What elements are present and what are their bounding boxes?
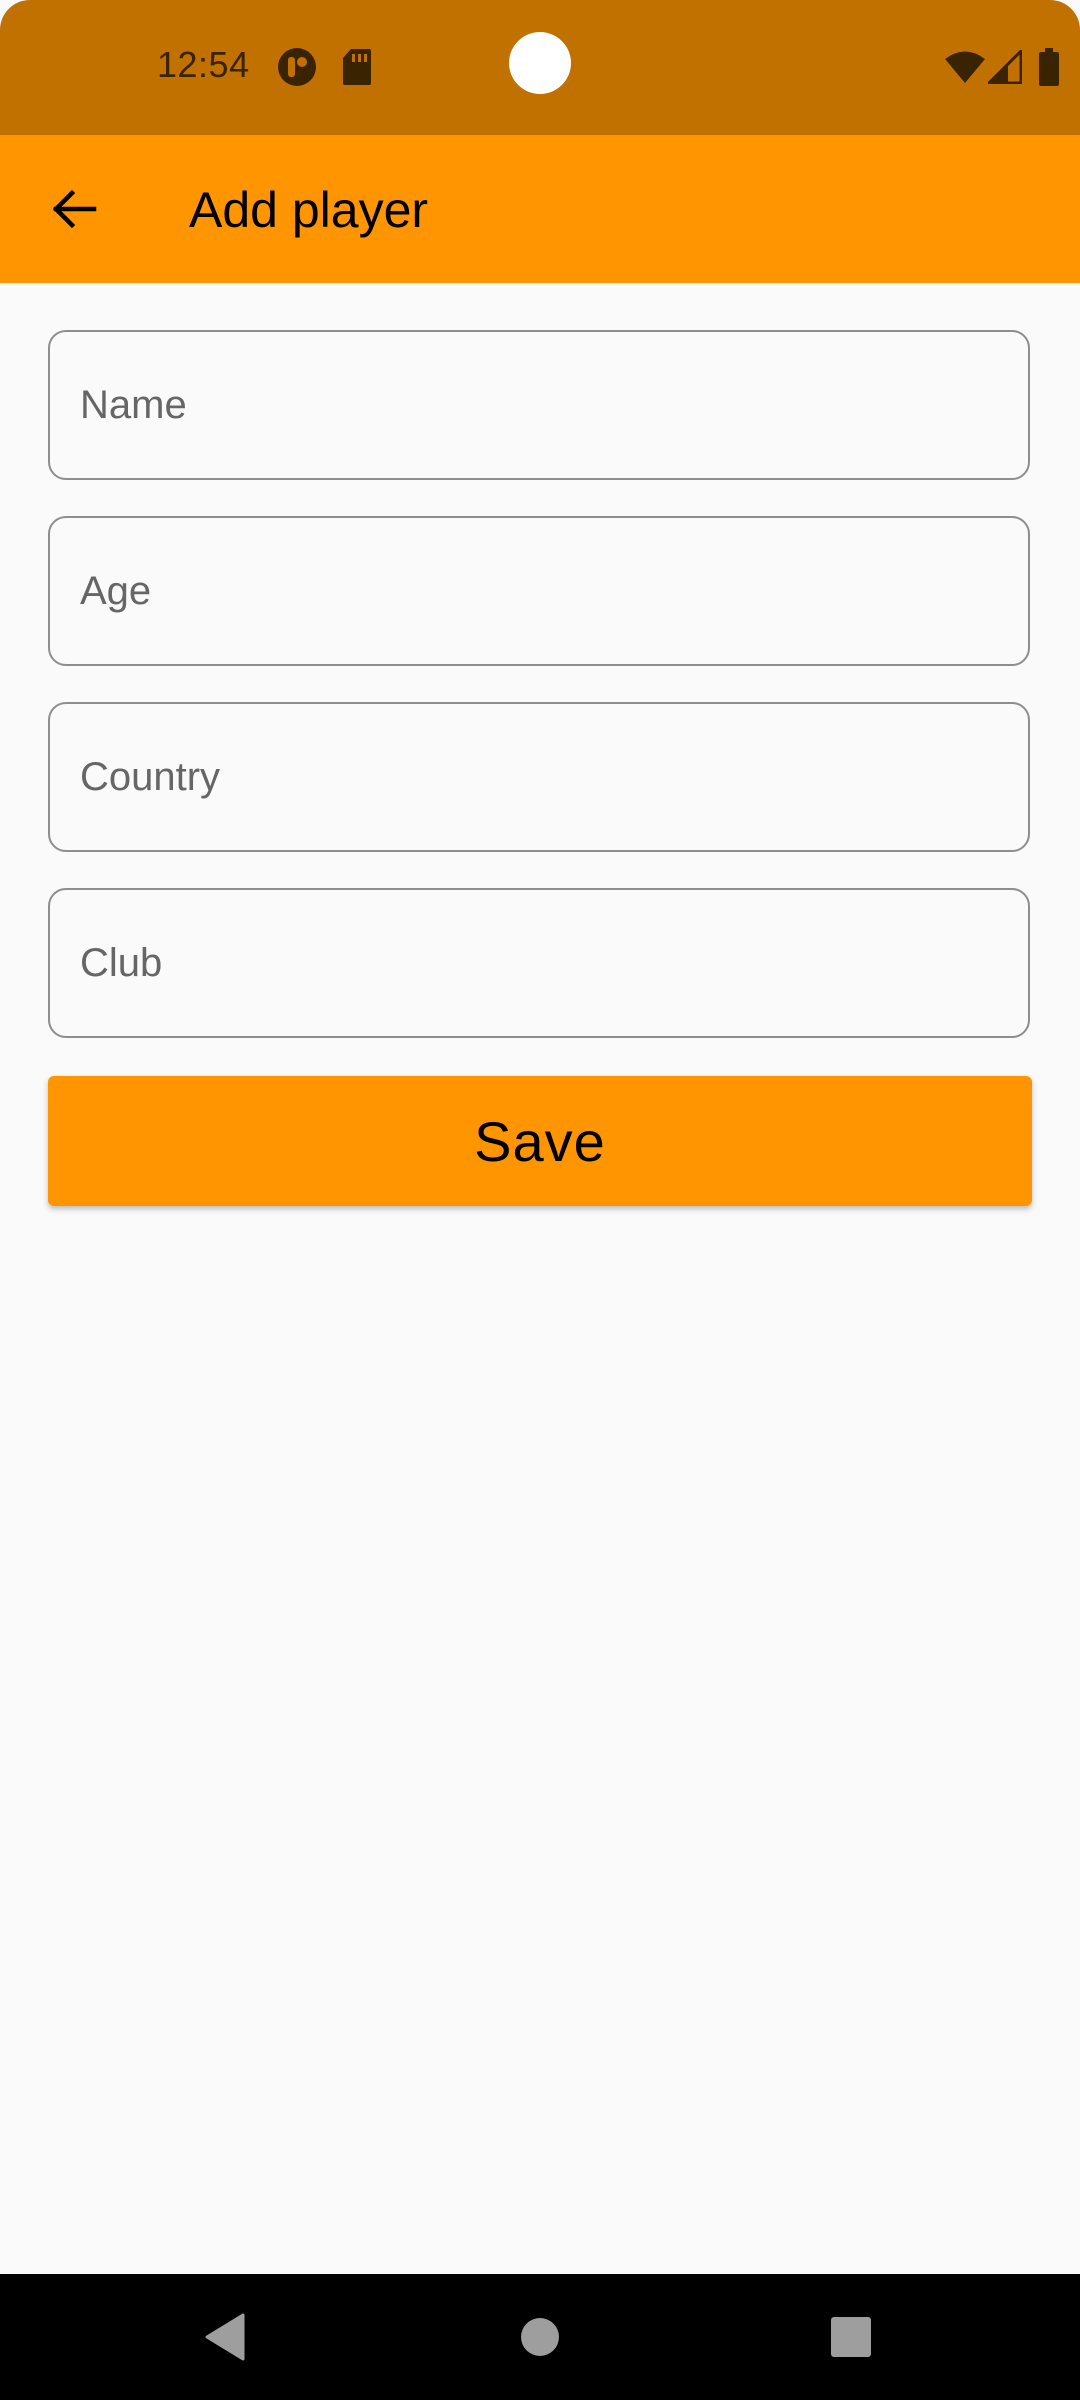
nav-recents-button[interactable] [811,2297,891,2377]
page-title: Add player [189,182,429,238]
app-bar: Add player [0,135,1080,283]
save-button[interactable]: Save [48,1076,1032,1206]
nav-back-icon [205,2313,245,2361]
system-nav-bar [0,2274,1080,2400]
front-camera [509,32,571,94]
nav-home-icon [521,2318,559,2356]
club-field[interactable] [48,888,1030,1038]
name-field[interactable] [48,330,1030,480]
age-input[interactable] [50,518,1028,664]
nav-home-button[interactable] [500,2297,580,2377]
country-input[interactable] [50,704,1028,850]
wifi-icon [945,51,985,83]
country-field[interactable] [48,702,1030,852]
nav-recents-icon [831,2317,871,2357]
club-input[interactable] [50,890,1028,1036]
sd-card-icon [343,49,371,85]
back-button[interactable] [36,171,112,247]
nav-back-button[interactable] [185,2297,265,2377]
status-bar: 12:54 [0,0,1080,135]
battery-icon [1039,48,1059,86]
name-input[interactable] [50,332,1028,478]
arrow-back-icon [52,189,97,229]
cell-signal-icon [988,50,1022,84]
status-time: 12:54 [157,44,250,85]
notification-app-icon [278,48,316,86]
age-field[interactable] [48,516,1030,666]
